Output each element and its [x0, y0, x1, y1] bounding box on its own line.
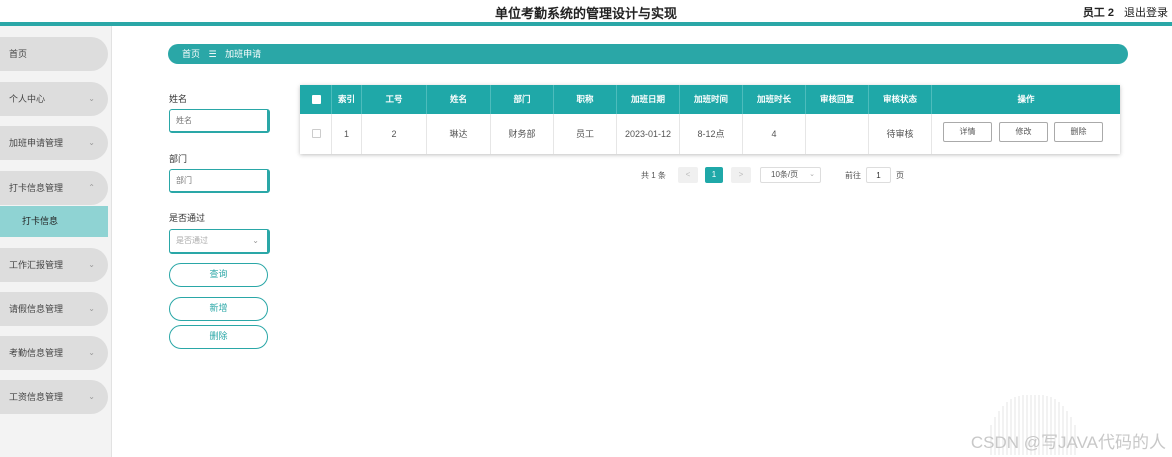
chevron-down-icon: ⌄ — [88, 304, 95, 313]
chevron-down-icon: ⌄ — [252, 236, 259, 245]
add-button[interactable]: 新增 — [169, 297, 268, 321]
sidebar-subitem-label: 打卡信息 — [22, 216, 59, 226]
col-header: 工号 — [362, 85, 427, 114]
app-title: 单位考勤系统的管理设计与实现 — [494, 6, 677, 21]
cell-date: 2023-01-12 — [617, 114, 680, 154]
sidebar-item-label: 打卡信息管理 — [9, 183, 64, 193]
sidebar-item-home[interactable]: 首页 — [0, 37, 108, 71]
cell-name: 琳达 — [427, 114, 491, 154]
sidebar-item-clockin[interactable]: 打卡信息管理 ⌃ — [0, 171, 108, 205]
prev-page-button[interactable]: < — [678, 167, 698, 183]
select-all-checkbox[interactable] — [312, 95, 321, 104]
user-name: 员工 2 — [1082, 7, 1114, 19]
goto-label: 前往 — [845, 171, 861, 180]
dept-input[interactable] — [169, 169, 270, 193]
delete-button[interactable]: 删除 — [1054, 122, 1103, 142]
cell-status: 待审核 — [869, 114, 932, 154]
goto-page-input[interactable] — [866, 167, 891, 183]
table-header: 索引 工号 姓名 部门 职称 加班日期 加班时间 加班时长 审核回复 审核状态 … — [300, 85, 1120, 114]
pass-select[interactable]: 是否通过 ⌄ — [169, 229, 270, 254]
sidebar-item-label: 个人中心 — [9, 94, 46, 104]
sidebar-item-leave[interactable]: 请假信息管理 ⌄ — [0, 292, 108, 326]
sidebar-item-label: 考勤信息管理 — [9, 348, 64, 358]
pagination-total: 共 1 条 — [641, 171, 666, 180]
cell-dept: 财务部 — [491, 114, 554, 154]
cell-emp-no: 2 — [362, 114, 427, 154]
batch-delete-button[interactable]: 删除 — [169, 325, 268, 349]
sidebar-item-label: 加班申请管理 — [9, 138, 64, 148]
header-accent-bar — [0, 22, 1172, 26]
sidebar-item-salary[interactable]: 工资信息管理 ⌄ — [0, 380, 108, 414]
header: 单位考勤系统的管理设计与实现 员工 2 退出登录 — [0, 0, 1172, 24]
chevron-down-icon: ⌄ — [88, 94, 95, 103]
detail-button[interactable]: 详情 — [943, 122, 992, 142]
page-size-value: 10条/页 — [771, 170, 799, 179]
row-select-cell — [300, 114, 332, 154]
query-button[interactable]: 查询 — [169, 263, 268, 287]
sidebar-item-profile[interactable]: 个人中心 ⌄ — [0, 82, 108, 116]
col-header: 审核回复 — [806, 85, 869, 114]
cell-index: 1 — [332, 114, 362, 154]
col-header: 加班时长 — [743, 85, 806, 114]
sidebar-item-label: 工作汇报管理 — [9, 260, 64, 270]
sidebar-item-label: 工资信息管理 — [9, 392, 64, 402]
name-input[interactable] — [169, 109, 270, 133]
breadcrumb-current: 加班申请 — [225, 49, 262, 59]
cell-title: 员工 — [554, 114, 617, 154]
page-number-button[interactable]: 1 — [705, 167, 723, 183]
breadcrumb-home[interactable]: 首页 — [182, 49, 200, 59]
cell-time: 8-12点 — [680, 114, 743, 154]
sidebar-item-attendance[interactable]: 考勤信息管理 ⌄ — [0, 336, 108, 370]
col-header: 索引 — [332, 85, 362, 114]
sidebar: 首页 个人中心 ⌄ 加班申请管理 ⌄ 打卡信息管理 ⌃ 打卡信息 工作汇报管理 … — [0, 26, 112, 457]
chevron-down-icon: ⌄ — [88, 392, 95, 401]
col-header: 加班时间 — [680, 85, 743, 114]
pass-filter-label: 是否通过 — [169, 213, 206, 223]
sidebar-item-label: 首页 — [9, 49, 28, 59]
sidebar-item-overtime[interactable]: 加班申请管理 ⌄ — [0, 126, 108, 160]
data-table: 索引 工号 姓名 部门 职称 加班日期 加班时间 加班时长 审核回复 审核状态 … — [300, 85, 1120, 154]
name-filter-label: 姓名 — [169, 94, 188, 104]
sidebar-item-label: 请假信息管理 — [9, 304, 64, 314]
col-header: 审核状态 — [869, 85, 932, 114]
col-header: 职称 — [554, 85, 617, 114]
chevron-down-icon: ⌄ — [809, 171, 815, 178]
edit-button[interactable]: 修改 — [999, 122, 1048, 142]
chevron-down-icon: ⌄ — [88, 138, 95, 147]
col-header: 部门 — [491, 85, 554, 114]
next-page-button[interactable]: > — [731, 167, 751, 183]
chevron-up-icon: ⌃ — [88, 183, 95, 192]
page-size-select[interactable]: 10条/页 ⌄ — [760, 167, 821, 183]
cell-reply — [806, 114, 869, 154]
pass-select-placeholder: 是否通过 — [176, 236, 208, 245]
goto-suffix: 页 — [896, 171, 904, 180]
col-header: 操作 — [1017, 94, 1035, 104]
col-header: 加班日期 — [617, 85, 680, 114]
table-row: 1 2 琳达 财务部 员工 2023-01-12 8-12点 4 待审核 详情 … — [300, 114, 1120, 154]
breadcrumb: 首页 ☰ 加班申请 — [168, 44, 1128, 64]
dept-filter-label: 部门 — [169, 154, 188, 164]
row-checkbox[interactable] — [312, 129, 321, 138]
cell-actions: 详情 修改 删除 — [932, 114, 1120, 154]
menu-icon: ☰ — [208, 49, 217, 59]
chevron-down-icon: ⌄ — [88, 348, 95, 357]
cell-duration: 4 — [743, 114, 806, 154]
logout-link[interactable]: 退出登录 — [1124, 4, 1168, 20]
col-header: 姓名 — [427, 85, 491, 114]
select-all-cell — [300, 85, 332, 114]
watermark-text: CSDN @写JAVA代码的人 — [970, 433, 1166, 452]
sidebar-subitem-clockin-info[interactable]: 打卡信息 — [0, 206, 108, 237]
sidebar-item-work-report[interactable]: 工作汇报管理 ⌄ — [0, 248, 108, 282]
chevron-down-icon: ⌄ — [88, 260, 95, 269]
